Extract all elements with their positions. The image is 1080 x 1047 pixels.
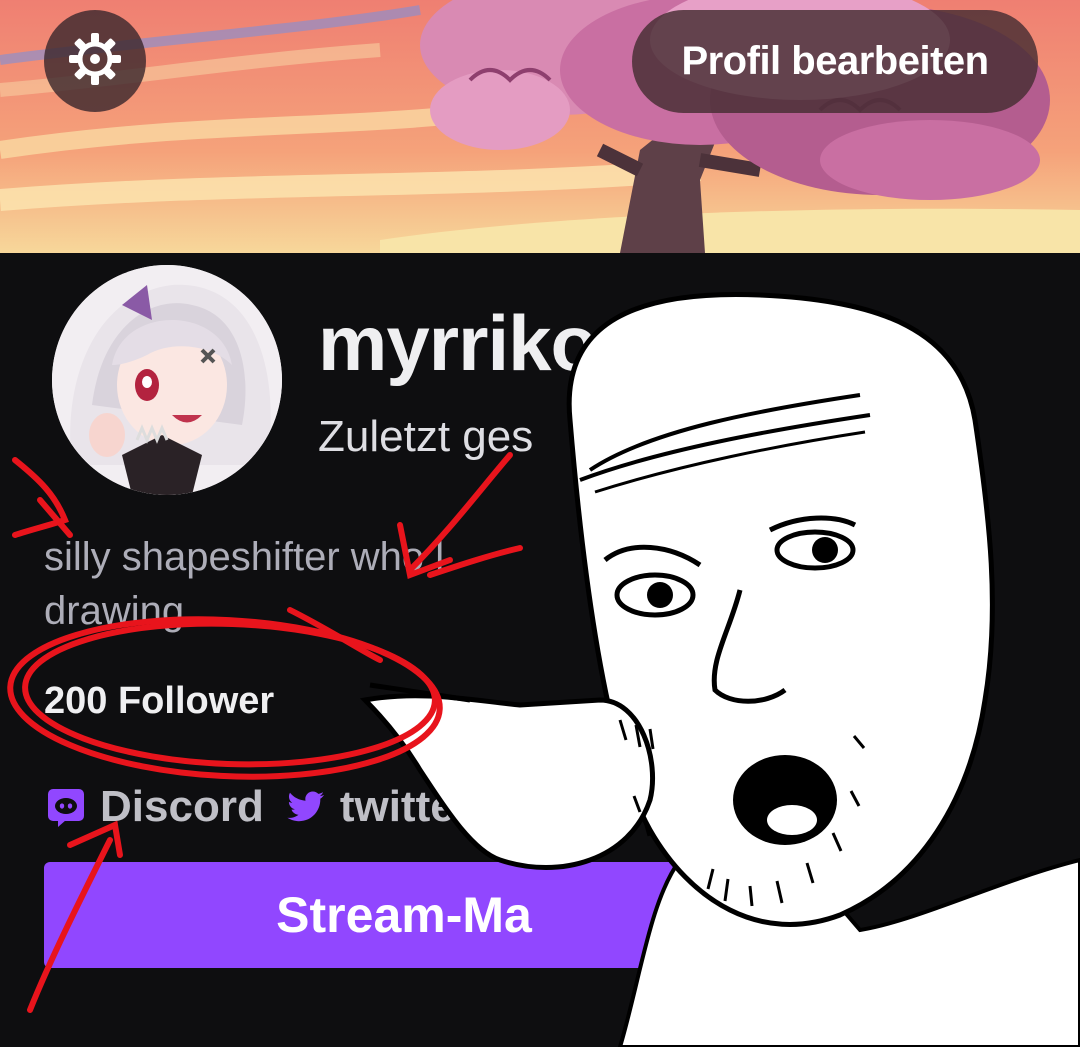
settings-button[interactable] — [44, 10, 146, 112]
avatar-illustration — [52, 265, 282, 495]
follower-count[interactable]: 200 Follower — [44, 680, 274, 723]
bio-line-2: drawing — [44, 589, 185, 633]
social-links: Discord twitter — [44, 782, 492, 832]
last-seen-text: Zuletzt ges — [318, 412, 534, 461]
discord-icon — [44, 785, 88, 829]
bio-line-1: silly shapeshifter who l — [44, 535, 445, 579]
discord-link[interactable]: Discord — [44, 782, 264, 832]
stream-manager-button[interactable]: Stream-Ma — [44, 862, 764, 968]
avatar[interactable] — [52, 265, 282, 495]
username: myrriko — [318, 299, 598, 387]
twitter-label: twitter — [339, 782, 472, 831]
discord-label: Discord — [100, 782, 264, 831]
twitter-link[interactable]: twitter — [284, 782, 472, 832]
gear-icon — [65, 29, 125, 94]
twitter-icon — [284, 785, 328, 829]
bio-text: silly shapeshifter who l drawing — [44, 530, 564, 638]
edit-profile-button[interactable]: Profil bearbeiten — [632, 10, 1038, 113]
